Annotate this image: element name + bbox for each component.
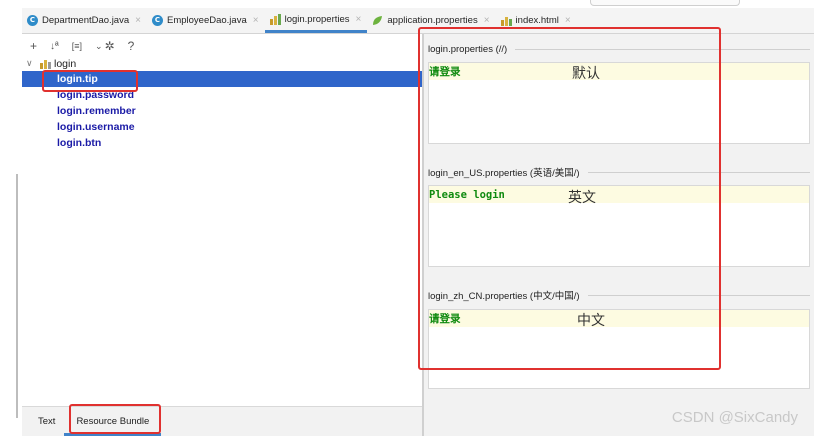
tree-item-login-username[interactable]: login.username [22, 119, 422, 135]
gear-icon: ✲ [104, 39, 115, 53]
tree-item-login-btn[interactable]: login.btn [22, 135, 422, 151]
tab-label: index.html [515, 15, 559, 26]
help-icon[interactable]: ? [128, 39, 135, 53]
tab-employee-dao[interactable]: C EmployeeDao.java × [147, 8, 265, 33]
close-icon[interactable]: × [565, 15, 571, 26]
close-icon[interactable]: × [484, 15, 490, 26]
annotation-box-selected-key [42, 70, 138, 92]
html-file-icon [500, 15, 512, 26]
tree-item-login-remember[interactable]: login.remember [22, 103, 422, 119]
resource-bundle-icon [40, 58, 51, 69]
annotation-box-resource-bundle-tab [69, 404, 161, 434]
tab-login-properties[interactable]: login.properties × [264, 8, 368, 33]
add-icon[interactable]: + [30, 39, 37, 53]
window-frame-edge [590, 0, 740, 6]
java-class-icon: C [27, 15, 38, 26]
annotation-box-values [418, 27, 721, 370]
spring-properties-icon [372, 15, 383, 26]
close-icon[interactable]: × [135, 15, 141, 26]
tab-label: DepartmentDao.java [42, 15, 130, 26]
bundle-toolbar: + ↓ª [≡] ⌄ ✲ ? [22, 36, 422, 56]
java-class-icon: C [151, 15, 163, 26]
tab-label: EmployeeDao.java [166, 15, 247, 26]
chevron-down-icon[interactable]: ∨ [26, 58, 40, 69]
tab-label: application.properties [387, 15, 478, 26]
close-icon[interactable]: × [253, 15, 259, 26]
resource-bundle-icon [269, 13, 281, 25]
tab-label: login.properties [284, 13, 350, 25]
chevron-down-icon: ⌄ [94, 40, 103, 51]
group-icon[interactable]: [≡] [72, 41, 82, 51]
tree-root-login[interactable]: ∨ login [22, 56, 422, 71]
close-icon[interactable]: × [356, 14, 362, 25]
watermark: CSDN @SixCandy [671, 409, 798, 426]
tab-department-dao[interactable]: C DepartmentDao.java × [22, 8, 147, 33]
tree-root-label: login [54, 57, 77, 70]
settings-dropdown[interactable]: ⌄ ✲ [95, 39, 115, 53]
sort-icon[interactable]: ↓ª [50, 41, 59, 52]
left-gutter [0, 34, 22, 436]
tab-text[interactable]: Text [22, 407, 64, 436]
gutter-scrollbar[interactable] [16, 174, 18, 418]
